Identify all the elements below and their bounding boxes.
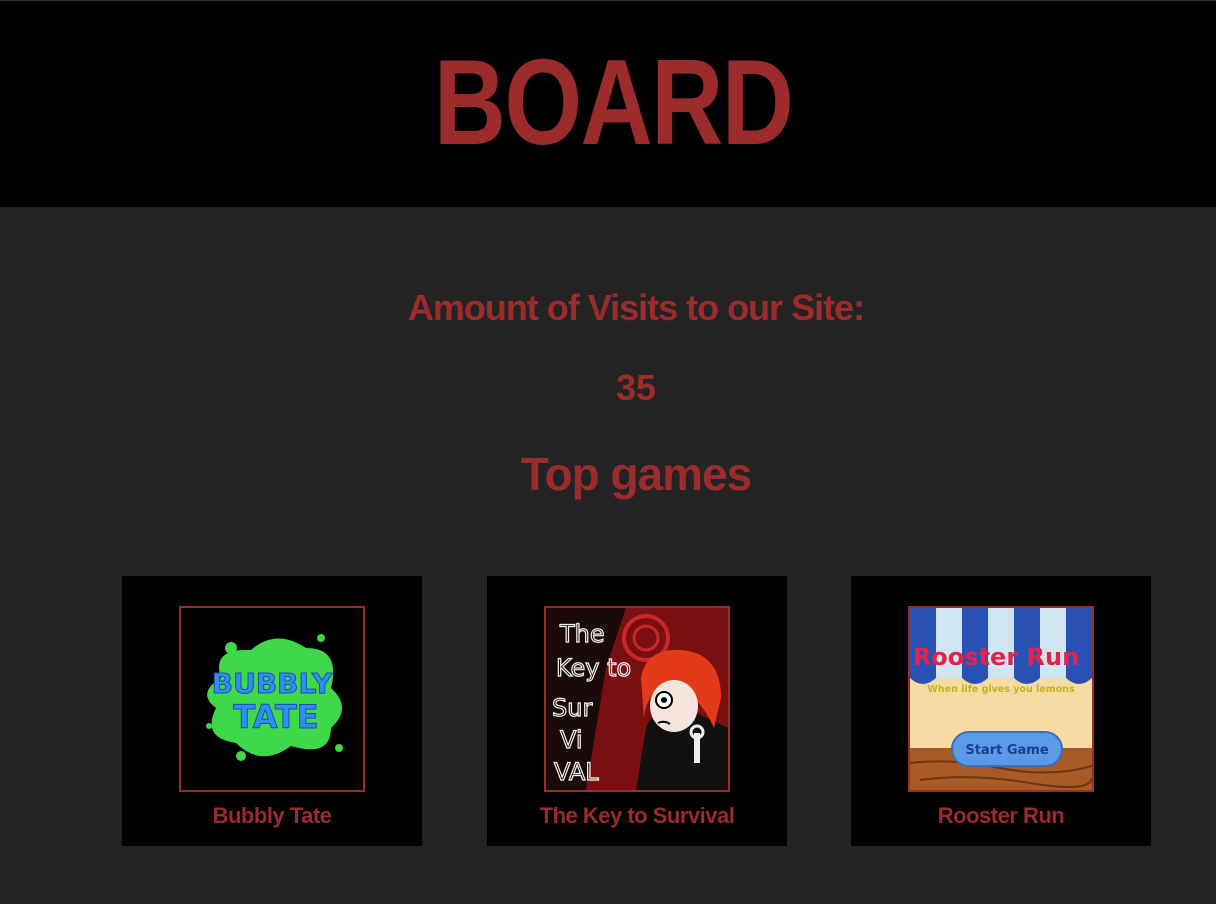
game-card-rooster-run[interactable]: Rooster Run When life gives you lemons S… xyxy=(851,576,1151,846)
key-art-line-3: Sur xyxy=(552,694,592,722)
visits-count: 35 xyxy=(615,367,657,408)
game-thumbnail-key-to-survival[interactable]: The Key to Sur Vi VAL xyxy=(544,606,730,792)
bubbly-logo-text-2: TATE xyxy=(233,698,318,736)
game-title-key-to-survival[interactable]: The Key to Survival xyxy=(487,802,787,830)
site-header: BOARD xyxy=(0,0,1216,207)
key-to-survival-art: The Key to Sur Vi VAL xyxy=(546,608,728,790)
rooster-art-title: Rooster Run xyxy=(913,643,1079,671)
game-thumbnail-rooster-run[interactable]: Rooster Run When life gives you lemons S… xyxy=(908,606,1094,792)
rooster-run-art: Rooster Run When life gives you lemons S… xyxy=(910,608,1092,790)
top-games-heading: Top games xyxy=(520,448,752,500)
rooster-art-tagline: When life gives you lemons xyxy=(927,684,1074,695)
visits-label: Amount of Visits to our Site: xyxy=(407,287,865,328)
bubbly-tate-logo: BUBBLY TATE xyxy=(181,608,363,790)
bubbly-logo-text-1: BUBBLY xyxy=(212,667,333,700)
rooster-art-start-button: Start Game xyxy=(965,743,1048,758)
game-card-key-to-survival[interactable]: The Key to Sur Vi VAL The Key to Surviva… xyxy=(487,576,787,846)
game-title-bubbly-tate[interactable]: Bubbly Tate xyxy=(122,802,422,830)
key-art-line-2: Key to xyxy=(556,654,631,682)
key-art-line-1: The xyxy=(559,620,605,648)
game-card-bubbly-tate[interactable]: BUBBLY TATE Bubbly Tate xyxy=(122,576,422,846)
key-art-line-4: Vi xyxy=(560,726,583,754)
key-art-line-5: VAL xyxy=(554,758,599,786)
game-title-rooster-run[interactable]: Rooster Run xyxy=(851,802,1151,830)
site-title: BOARD xyxy=(433,34,794,170)
game-thumbnail-bubbly-tate[interactable]: BUBBLY TATE xyxy=(179,606,365,792)
